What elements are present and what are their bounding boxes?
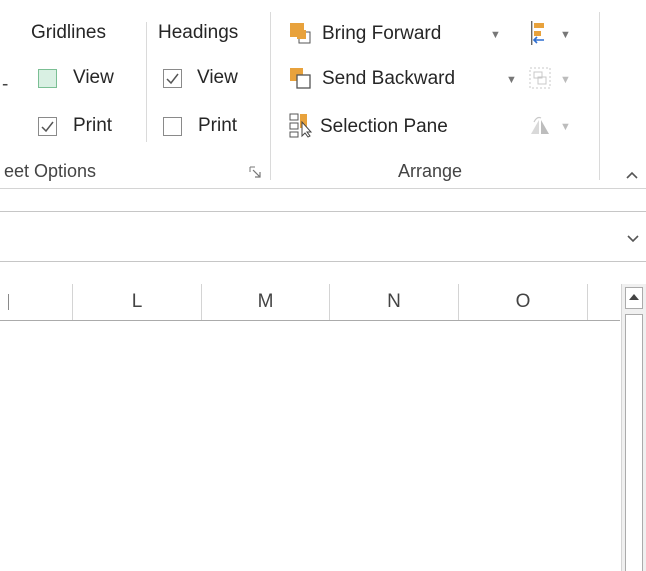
group-icon [529,67,551,89]
sheet-options-group-label: eet Options [4,161,97,181]
align-icon [531,21,544,45]
headings-heading: Headings [158,22,239,43]
send-backward-label: Send Backward [322,68,456,89]
worksheet-grid: L M N O [0,284,646,571]
scroll-thumb[interactable] [625,314,643,571]
checkmark-icon [41,121,54,133]
rotate-button[interactable]: ▼ [528,110,588,140]
headings-view-checkbox[interactable]: View [163,67,253,89]
column-header-n[interactable]: N [330,284,459,320]
bring-forward-label: Bring Forward [322,23,442,44]
bring-forward-icon [290,23,311,44]
gridlines-view-checkbox[interactable]: View [38,67,128,89]
column-header-o[interactable]: O [459,284,588,320]
headings-print-label: Print [198,115,238,136]
column-header-l[interactable]: L [73,284,202,320]
scroll-up-arrow-icon[interactable] [625,287,643,309]
column-header-m[interactable]: M [202,284,330,320]
checkbox-box [38,69,57,88]
formula-bar [0,189,646,267]
bring-forward-button[interactable]: Bring Forward ▼ [284,18,514,48]
rotate-icon [531,116,549,134]
selection-pane-button[interactable]: Selection Pane [284,110,494,140]
cells-area[interactable] [0,321,620,571]
bring-forward-dropdown-icon[interactable]: ▼ [490,29,501,41]
headings-view-label: View [197,67,238,88]
divider [146,22,147,142]
send-backward-button[interactable]: Send Backward ▼ [284,63,524,93]
formula-bar-bottom-border [0,261,646,262]
dialog-launcher-icon[interactable] [249,166,262,179]
send-backward-dropdown-icon[interactable]: ▼ [506,74,517,86]
chevron-up-icon[interactable] [625,167,639,179]
group-divider [599,12,600,180]
gridlines-print-checkbox[interactable]: Print [38,115,128,137]
partial-column-edge [8,294,12,310]
ribbon-left-fragment: - [2,74,9,95]
vertical-scrollbar[interactable] [621,284,646,571]
headings-print-checkbox[interactable]: Print [163,115,253,137]
gridlines-heading: Gridlines [31,22,106,43]
group-button[interactable]: ▼ [528,63,588,93]
checkbox-box [163,117,182,136]
checkbox-box [38,117,57,136]
column-header-row: L M N O [0,284,620,321]
group-dropdown-icon[interactable]: ▼ [560,74,571,86]
align-button[interactable]: ▼ [528,18,588,48]
checkbox-box [163,69,182,88]
rotate-dropdown-icon[interactable]: ▼ [560,121,571,133]
gridlines-view-label: View [73,67,114,88]
group-divider [270,12,271,180]
selection-pane-icon [289,113,313,138]
send-backward-icon [290,68,311,89]
checkmark-icon [166,73,179,85]
chevron-down-icon[interactable] [626,231,640,243]
ribbon: - Gridlines Headings View Print View Pri… [0,0,646,188]
gridlines-print-label: Print [73,115,113,136]
align-dropdown-icon[interactable]: ▼ [560,29,571,41]
arrange-group-label: Arrange [398,161,463,181]
formula-input[interactable] [0,212,620,260]
selection-pane-label: Selection Pane [320,116,448,137]
